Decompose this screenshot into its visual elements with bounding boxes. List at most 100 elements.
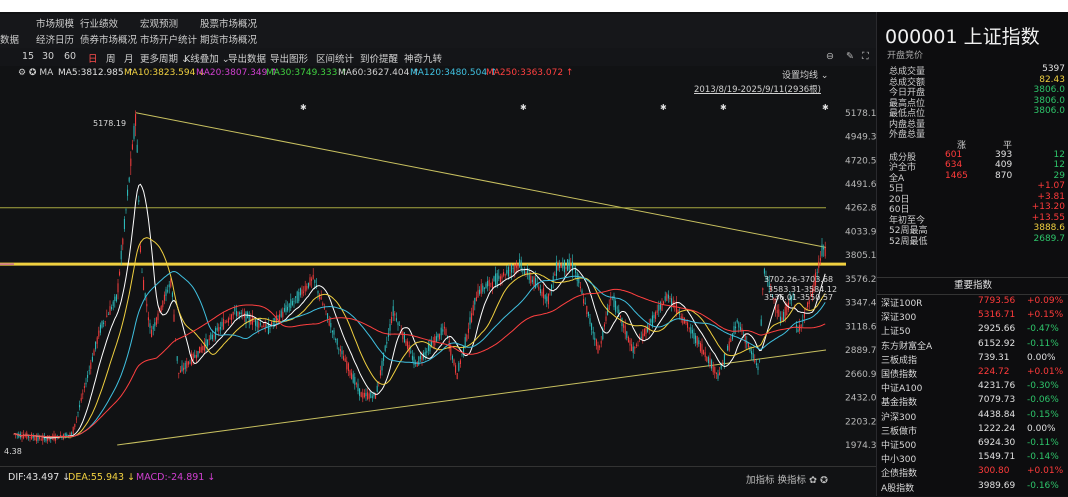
index-row[interactable]: 东方财富全A 6152.92 -0.11% <box>881 339 1068 353</box>
period-day[interactable]: 日 <box>88 51 98 65</box>
breadth-flat: 870 <box>995 170 1013 181</box>
candle-body <box>295 296 297 298</box>
export-image-button[interactable]: 导出图形 <box>270 51 308 65</box>
index-row[interactable]: 企债指数 300.80 +0.01% <box>881 466 1068 480</box>
index-row[interactable]: 中小300 1549.71 -0.14% <box>881 452 1068 466</box>
kline-overlay-dropdown[interactable]: K线叠加 ⌄ <box>184 51 230 65</box>
y-tick-label: 2203.22 <box>845 417 876 427</box>
candle-body <box>255 319 257 326</box>
candle-body <box>523 269 525 274</box>
candle-body <box>640 336 642 339</box>
kline-chart[interactable]: 5178.19 4949.35 4720.50 4491.66 4262.82 4033.… <box>0 96 882 466</box>
candle-body <box>531 279 533 283</box>
candle-body <box>512 268 514 269</box>
event-marker-icon: ✱ <box>822 103 829 112</box>
menu-item[interactable]: 股票市场概况 <box>200 16 257 30</box>
index-row[interactable]: 三板成指 739.31 0.00% <box>881 353 1068 367</box>
candle-body <box>221 322 223 327</box>
index-row[interactable]: 沪深300 4438.84 -0.15% <box>881 410 1068 424</box>
candle-body <box>120 250 122 260</box>
candle-body <box>461 353 463 355</box>
ma5-label: MA5:3812.985 ↑ <box>58 68 135 78</box>
menu-item[interactable]: 行业绩效 <box>80 16 118 30</box>
candle-body <box>349 370 351 376</box>
candle-body <box>495 273 497 285</box>
candle-body <box>539 289 541 294</box>
y-tick-label: 2660.91 <box>845 370 876 380</box>
candle-body <box>755 363 757 366</box>
more-periods-dropdown[interactable]: 更多周期 ⌄ <box>140 51 189 65</box>
export-data-button[interactable]: 导出数据 <box>228 51 266 65</box>
range-stats-button[interactable]: 区间统计 <box>316 51 354 65</box>
index-row[interactable]: 三板做市 1222.24 0.00% <box>881 424 1068 438</box>
menu-item[interactable]: 期货市场概况 <box>200 32 257 46</box>
candle-body <box>407 341 409 349</box>
period-60[interactable]: 60 <box>64 51 76 62</box>
candle-body <box>133 125 135 139</box>
candle-body <box>605 316 607 321</box>
period-15[interactable]: 15 <box>22 51 34 62</box>
index-row[interactable]: 深证100R 7793.56 +0.09% <box>881 296 1068 310</box>
candle-body <box>179 370 181 373</box>
candle-body <box>147 317 149 321</box>
index-row[interactable]: 中证500 6924.30 -0.11% <box>881 438 1068 452</box>
period-value: +3.81 <box>1037 191 1065 202</box>
title-bar <box>0 0 1068 12</box>
candle-body <box>618 309 620 314</box>
menu-item[interactable]: 经济日历 <box>36 32 74 46</box>
index-row[interactable]: 深证300 5316.71 +0.15% <box>881 310 1068 324</box>
index-row[interactable]: 上证50 2925.66 -0.47% <box>881 324 1068 338</box>
event-marker-icon: ✱ <box>300 103 307 112</box>
candle-body <box>283 308 285 312</box>
index-row[interactable]: A股指数 3989.69 -0.16% <box>881 481 1068 495</box>
period-month[interactable]: 月 <box>124 51 134 65</box>
candle-body <box>637 344 639 346</box>
candle-body <box>39 436 41 439</box>
menu-item[interactable]: 宏观预测 <box>140 16 178 30</box>
ma-prefix[interactable]: ⚙ ✪ MA <box>18 68 53 78</box>
y-tick-label: 3347.44 <box>845 299 876 309</box>
candle-body <box>85 382 87 385</box>
candle-body <box>823 247 825 250</box>
candle-body <box>391 317 393 324</box>
candle-body <box>75 418 77 420</box>
index-row[interactable]: 国债指数 224.72 +0.01% <box>881 367 1068 381</box>
magic-nine-button[interactable]: 神奇九转 <box>404 51 442 65</box>
date-range-link[interactable]: 2013/8/19-2025/9/11(2936根) <box>694 83 821 95</box>
candle-body <box>187 361 189 365</box>
index-row[interactable]: 基金指数 7079.73 -0.06% <box>881 395 1068 409</box>
candle-body <box>688 327 690 329</box>
menu-item[interactable]: 市场开户统计 <box>140 32 197 46</box>
candle-body <box>733 326 735 334</box>
period-value: +1.07 <box>1037 181 1065 191</box>
candle-body <box>272 323 274 325</box>
candle-body <box>493 276 495 282</box>
candle-body <box>496 273 498 286</box>
expand-icon[interactable]: ⛶ <box>862 51 869 62</box>
candle-body <box>506 270 508 274</box>
menu-item[interactable]: 债券市场概况 <box>80 32 137 46</box>
price-alert-button[interactable]: 到价提醒 <box>360 51 398 65</box>
candle-body <box>119 271 121 276</box>
index-row[interactable]: 中证A100 4231.76 -0.30% <box>881 381 1068 395</box>
y-tick-label: 4033.97 <box>845 227 876 237</box>
candle-body <box>687 322 689 328</box>
ma-settings-dropdown[interactable]: 设置均线 ⌄ <box>782 68 828 81</box>
pen-icon[interactable]: ✎ <box>846 51 854 62</box>
candle-body <box>146 303 148 307</box>
menu-item[interactable]: 数据 <box>0 32 19 46</box>
candle-body <box>736 320 738 323</box>
index-change: 0.00% <box>1027 423 1056 434</box>
candle-body <box>498 275 500 279</box>
index-name: 基金指数 <box>881 398 918 409</box>
indicator-controls[interactable]: 加指标 换指标 ✿ ✪ <box>746 472 828 486</box>
breadth-up: 634 <box>945 160 963 170</box>
candle-body <box>567 259 569 271</box>
period-week[interactable]: 周 <box>106 51 116 65</box>
chart-annotation: 3702.26-3703.68 <box>764 275 833 284</box>
minus-circle-icon[interactable]: ⊖ <box>826 51 834 62</box>
period-value: +13.20 <box>1031 202 1065 212</box>
breadth-up: 1465 <box>945 170 968 181</box>
menu-item[interactable]: 市场规模 <box>36 16 74 30</box>
period-30[interactable]: 30 <box>42 51 54 62</box>
